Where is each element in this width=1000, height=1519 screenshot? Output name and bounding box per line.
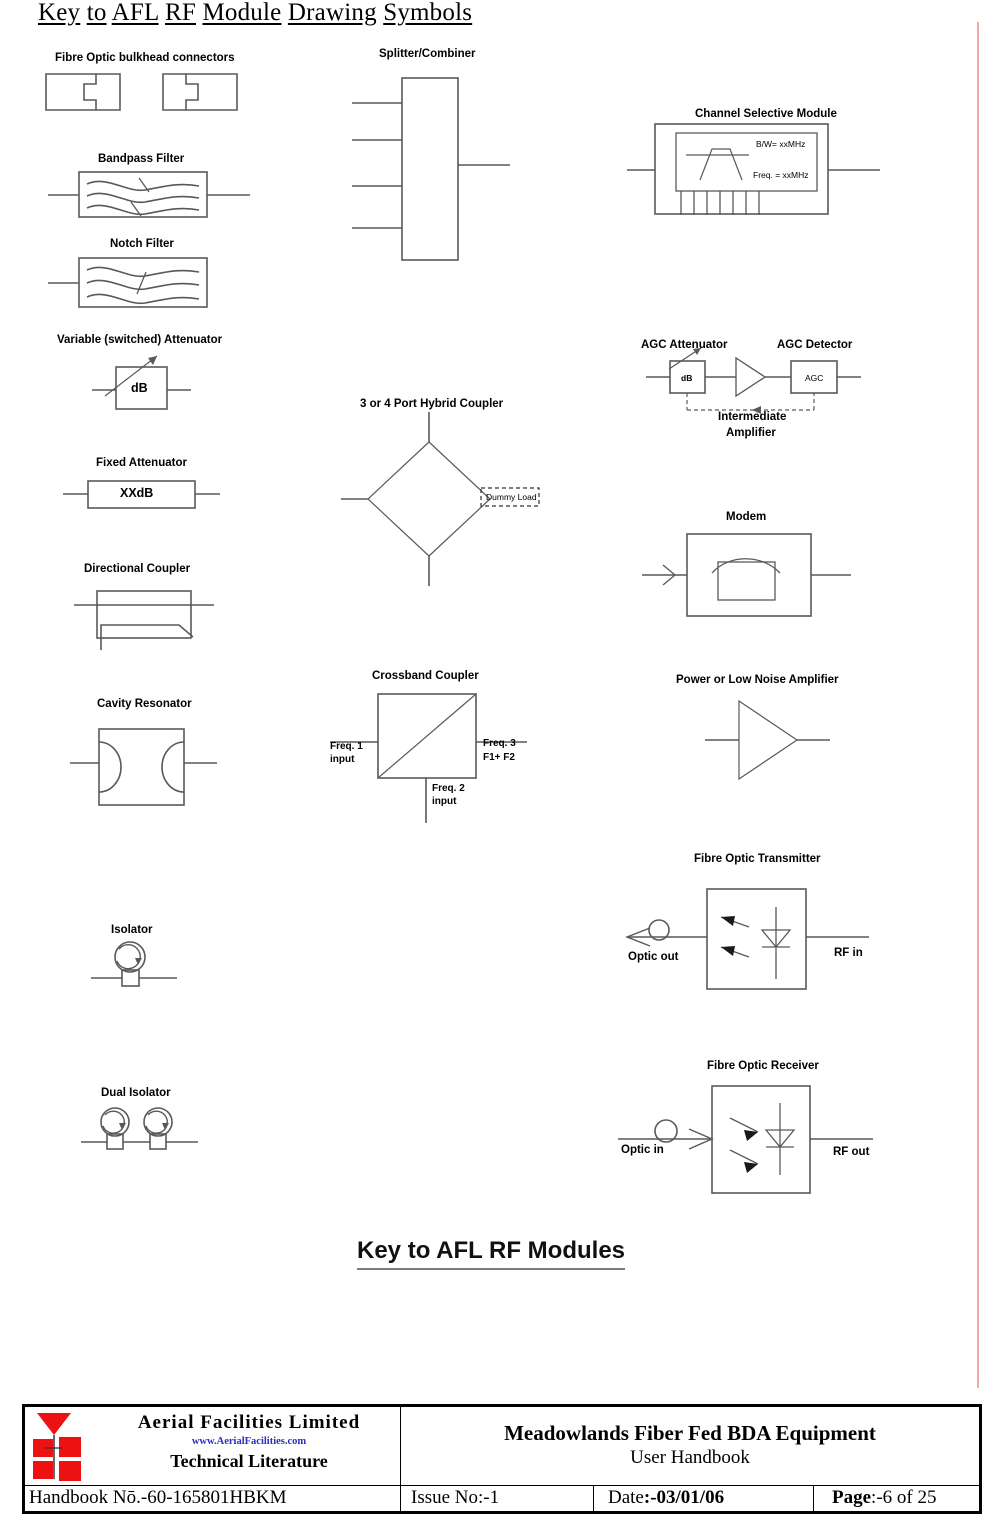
label-intermediate-amplifier-line1: Intermediate [718, 411, 787, 423]
symbol-modem [642, 533, 851, 617]
crossband-port-bottom-line1: Freq. 2 [432, 783, 465, 794]
label-dual-isolator: Dual Isolator [101, 1087, 171, 1099]
symbol-bulkhead-connector-right [162, 73, 238, 111]
crossband-port-left-line1: Freq. 1 [330, 741, 363, 752]
document-page: Key to AFL RF Module Drawing Symbols Fib… [0, 0, 1000, 1519]
footer-issue-no: Issue No:-1 [400, 1485, 594, 1512]
label-fibre-optic-receiver: Fibre Optic Receiver [707, 1060, 819, 1072]
page-footer: Aerial Facilities Limited www.AerialFaci… [22, 1404, 982, 1514]
figure-caption: Key to AFL RF Modules [357, 1237, 626, 1270]
label-fibre-optic-bulkhead-connectors: Fibre Optic bulkhead connectors [55, 52, 235, 64]
label-intermediate-amplifier-line2: Amplifier [726, 427, 776, 439]
symbol-directional-coupler [74, 590, 214, 650]
symbol-dual-isolator [81, 1107, 198, 1150]
aerial-facilities-logo-icon [33, 1413, 81, 1481]
label-modem: Modem [726, 511, 767, 523]
agc-attenuator-db-text: dB [681, 373, 693, 383]
crossband-port-bottom-line2: input [432, 796, 457, 807]
date-value: :-03/01/06 [643, 1487, 725, 1508]
label-notch-filter: Notch Filter [110, 238, 174, 250]
label-fixed-attenuator: Fixed Attenuator [96, 457, 187, 469]
agc-amplifier-triangle [735, 356, 767, 398]
symbol-agc-chain [646, 347, 861, 414]
page-value: :-6 of 25 [871, 1487, 937, 1508]
equipment-title: Meadowlands Fiber Fed BDA Equipment [504, 1420, 876, 1445]
symbol-bulkhead-connector-left [45, 73, 121, 111]
symbol-bandpass-filter [48, 171, 250, 218]
label-cavity-resonator: Cavity Resonator [97, 698, 192, 710]
label-isolator: Isolator [111, 924, 153, 936]
issue-no-label: Issue No:- [411, 1487, 490, 1508]
symbols-drawing [45, 73, 880, 1194]
label-hybrid-coupler: 3 or 4 Port Hybrid Coupler [360, 398, 504, 410]
technical-literature-label: Technical Literature [170, 1451, 328, 1471]
label-agc-detector: AGC Detector [777, 339, 853, 351]
date-label: Date [608, 1487, 644, 1508]
channel-module-bw-text: B/W= xxMHz [756, 139, 806, 149]
agc-detector-text: AGC [805, 373, 824, 383]
label-splitter-combiner: Splitter/Combiner [379, 48, 476, 60]
footer-page: Page:-6 of 25 [813, 1485, 980, 1512]
crossband-port-left-line2: input [330, 754, 355, 765]
receiver-optic-port-label: Optic in [621, 1144, 664, 1156]
symbol-fibre-optic-receiver [618, 1085, 873, 1194]
company-website[interactable]: www.AerialFacilities.com [103, 1435, 395, 1449]
label-variable-attenuator: Variable (switched) Attenuator [57, 334, 223, 346]
footer-handbook-no: Handbook Nō.-60-165801HBKM [24, 1485, 401, 1512]
equipment-subtitle: User Handbook [630, 1446, 750, 1468]
symbol-cavity-resonator [70, 728, 217, 806]
transmitter-optic-port-label: Optic out [628, 951, 679, 963]
label-agc-attenuator: AGC Attenuator [641, 339, 728, 351]
crossband-port-right-line1: Freq. 3 [483, 738, 516, 749]
variable-attenuator-db-text: dB [131, 381, 148, 395]
symbol-isolator [91, 941, 177, 987]
page-label: Page [832, 1487, 872, 1508]
symbol-notch-filter [48, 257, 208, 308]
label-power-amplifier: Power or Low Noise Amplifier [676, 674, 839, 686]
company-name: Aerial Facilities Limited [137, 1412, 361, 1433]
label-bandpass-filter: Bandpass Filter [98, 153, 185, 165]
label-fibre-optic-transmitter: Fibre Optic Transmitter [694, 853, 821, 865]
footer-date: Date:-03/01/06 [593, 1485, 814, 1512]
crossband-port-right-line2: F1+ F2 [483, 752, 515, 763]
footer-logo-cell: Aerial Facilities Limited www.AerialFaci… [24, 1406, 401, 1486]
symbol-power-amplifier [705, 699, 830, 781]
symbol-splitter-combiner [352, 77, 510, 261]
channel-module-freq-text: Freq. = xxMHz [753, 170, 809, 180]
transmitter-rf-port-label: RF in [834, 947, 863, 959]
issue-no-value: 1 [489, 1487, 500, 1508]
receiver-rf-port-label: RF out [833, 1146, 870, 1158]
fixed-attenuator-value-text: XXdB [120, 486, 154, 500]
symbol-fibre-optic-transmitter [625, 888, 869, 990]
footer-equipment-cell: Meadowlands Fiber Fed BDA Equipment User… [400, 1406, 980, 1486]
label-crossband-coupler: Crossband Coupler [372, 670, 479, 682]
label-directional-coupler: Directional Coupler [84, 563, 191, 575]
label-dummy-load: Dummy Load [486, 492, 537, 502]
label-channel-selective-module: Channel Selective Module [695, 108, 837, 120]
